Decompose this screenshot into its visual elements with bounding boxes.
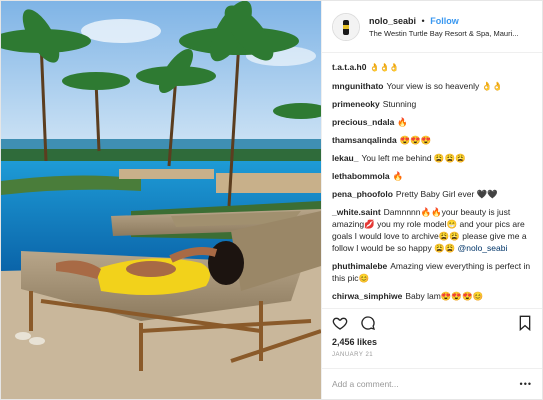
comment-username[interactable]: thamsanqalinda	[332, 135, 397, 145]
avatar-image	[333, 13, 359, 40]
comment-text: Baby lam😍😍😍😊	[405, 291, 484, 301]
resort-pool-photo	[1, 1, 321, 399]
location-link[interactable]: The Westin Turtle Bay Resort & Spa, Maur…	[369, 29, 519, 38]
comment: thamsanqalinda 😍😍😍	[332, 134, 532, 146]
comment: chirwa_simphiwe Baby lam😍😍😍😊	[332, 290, 532, 302]
post-photo[interactable]	[1, 1, 321, 399]
mention-link[interactable]: @nolo_seabi	[458, 243, 508, 253]
avatar[interactable]	[332, 12, 360, 41]
add-comment-bar: Add a comment... •••	[322, 369, 542, 399]
header-meta: nolo_seabi • Follow The Westin Turtle Ba…	[369, 16, 519, 38]
comment-username[interactable]: _white.saint	[332, 207, 381, 217]
comment-icon[interactable]	[360, 315, 376, 331]
add-comment-input[interactable]: Add a comment...	[332, 379, 399, 389]
post-sidebar: nolo_seabi • Follow The Westin Turtle Ba…	[321, 1, 542, 399]
comment-username[interactable]: mngunithato	[332, 81, 383, 91]
comment-username[interactable]: primeneoky	[332, 99, 380, 109]
likes-count[interactable]: 2,456 likes	[322, 337, 542, 347]
comment-username[interactable]: lethabommola	[332, 171, 390, 181]
comment-text: You left me behind 😩😩😩	[361, 153, 466, 163]
more-options-icon[interactable]: •••	[520, 379, 532, 389]
comment: t.a.t.a.h0 👌👌👌	[332, 61, 532, 74]
comment-text: 😍😍😍	[399, 135, 432, 145]
comment: precious_ndala 🔥	[332, 116, 532, 128]
comment: mngunithato Your view is so heavenly 👌👌	[332, 80, 532, 92]
comment: pena_phoofolo Pretty Baby Girl ever 🖤🖤	[332, 188, 532, 200]
bookmark-icon[interactable]	[518, 315, 532, 331]
separator-dot: •	[421, 15, 425, 26]
comment: lekau_ You left me behind 😩😩😩	[332, 152, 532, 164]
comment: phuthimalebe Amazing view everything is p…	[332, 260, 532, 284]
comment-username[interactable]: phuthimalebe	[332, 261, 387, 271]
comment-username[interactable]: precious_ndala	[332, 117, 394, 127]
follow-button[interactable]: Follow	[430, 16, 459, 26]
instagram-post: nolo_seabi • Follow The Westin Turtle Ba…	[0, 0, 543, 400]
comment-username[interactable]: t.a.t.a.h0	[332, 62, 366, 72]
comment: _white.saint Damnnnn🔥🔥your beauty is just…	[332, 206, 532, 254]
comment-username[interactable]: pena_phoofolo	[332, 189, 393, 199]
comment-text: Stunning	[382, 99, 417, 109]
action-bar	[322, 308, 542, 337]
comment-text: Pretty Baby Girl ever 🖤🖤	[395, 189, 498, 199]
heart-icon[interactable]	[332, 315, 348, 331]
comment: primeneoky Stunning	[332, 98, 532, 110]
comment-text: 🔥	[392, 171, 404, 181]
post-header: nolo_seabi • Follow The Westin Turtle Ba…	[322, 1, 542, 53]
comments-list: t.a.t.a.h0 👌👌👌 mngunithato Your view is so…	[322, 53, 542, 308]
comment-username[interactable]: lekau_	[332, 153, 358, 163]
comment-text: Your view is so heavenly 👌👌	[386, 81, 503, 91]
header-line: nolo_seabi • Follow	[369, 16, 519, 26]
comment: lethabommola 🔥	[332, 170, 532, 182]
comment-username[interactable]: chirwa_simphiwe	[332, 291, 402, 301]
post-date[interactable]: January 21	[322, 347, 542, 369]
username[interactable]: nolo_seabi	[369, 16, 416, 26]
comment-text: 🔥	[397, 117, 408, 127]
comment-text: 👌👌👌	[369, 63, 400, 72]
